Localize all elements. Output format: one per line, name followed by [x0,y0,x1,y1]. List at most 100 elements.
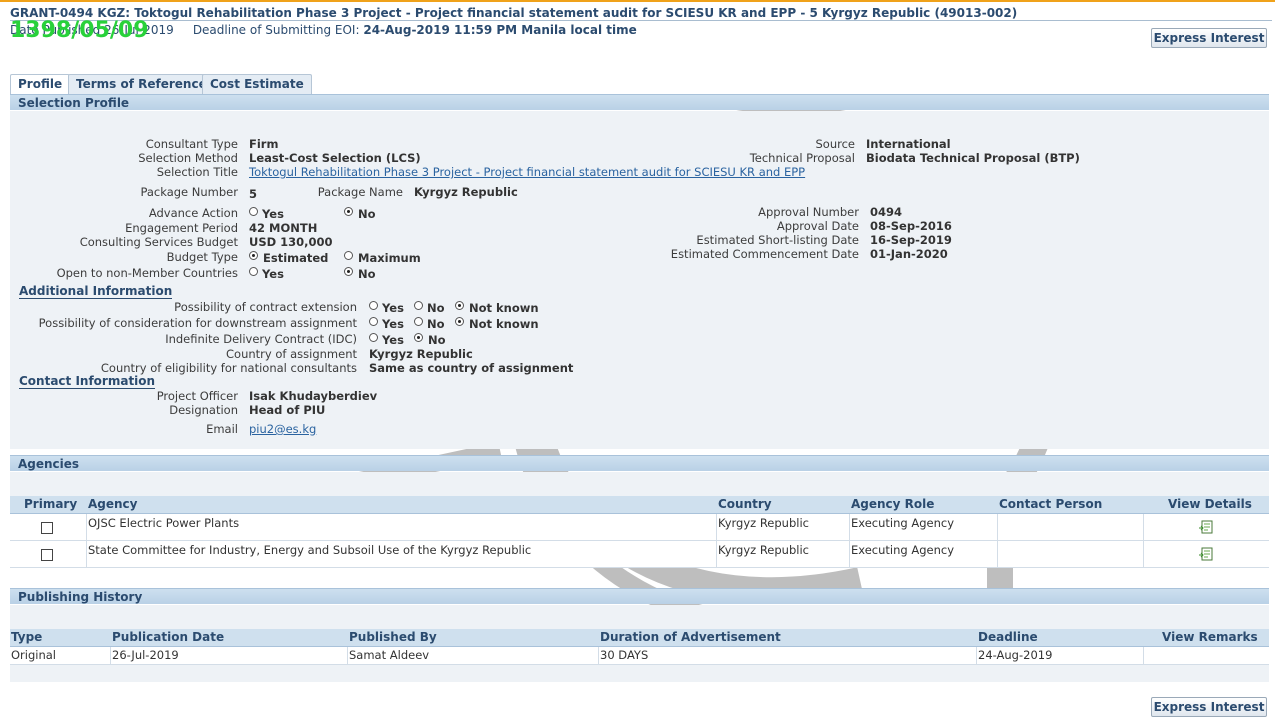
contract-extension-notknown-label: Not known [469,301,539,315]
view-details-icon[interactable] [1199,520,1213,534]
pub-deadline: 24-Aug-2019 [978,648,1053,662]
email-link[interactable]: piu2@es.kg [249,422,316,436]
view-details-icon[interactable] [1199,547,1213,561]
open-non-member-no-radio[interactable] [344,267,353,276]
agency-role: Executing Agency [851,516,955,530]
deadline-value: 24-Aug-2019 11:59 PM Manila local time [363,23,637,37]
primary-checkbox[interactable] [41,549,53,561]
idc-yes-radio[interactable] [369,333,378,342]
country-eligibility-value: Same as country of assignment [369,361,574,375]
column-divider [347,647,348,664]
agencies-header: Agencies [10,455,1269,471]
contract-extension-no-radio[interactable] [414,301,423,310]
consultant-type-label: Consultant Type [145,137,238,151]
agencies-table-header: Primary Agency Country Agency Role Conta… [10,496,1269,514]
project-officer-label: Project Officer [156,389,238,403]
page-title: GRANT-0494 KGZ: Toktogul Rehabilitation … [10,6,1018,20]
selection-profile-header: Selection Profile [10,94,1269,110]
column-divider [598,647,599,664]
open-non-member-yes-label: Yes [262,267,284,281]
approval-date-label: Approval Date [776,219,859,233]
pub-duration: 30 DAYS [600,648,649,662]
table-row: OJSC Electric Power Plants Kyrgyz Republ… [10,514,1269,541]
package-number-label: Package Number [140,185,238,199]
open-non-member-label: Open to non-Member Countries [56,266,238,280]
budget-estimated-radio[interactable] [249,251,258,260]
country-assignment-value: Kyrgyz Republic [369,347,473,361]
selection-method-label: Selection Method [138,151,238,165]
open-non-member-yes-radio[interactable] [249,267,258,276]
title-divider [10,20,1272,21]
column-divider [1143,514,1144,567]
budget-maximum-label: Maximum [358,251,421,265]
email-label: Email [206,422,238,436]
advance-action-no-radio[interactable] [344,207,353,216]
column-divider [976,647,977,664]
additional-information-heading: Additional Information [19,284,173,299]
approval-number-value: 0494 [870,205,903,219]
shortlisting-date-value: 16-Sep-2019 [870,233,952,247]
idc-no-label: No [428,333,446,347]
tab-profile[interactable]: Profile [10,74,71,94]
pub-type: Original [11,648,57,662]
table-row: State Committee for Industry, Energy and… [10,541,1269,568]
tab-terms-of-reference[interactable]: Terms of Reference [68,74,215,94]
engagement-period-label: Engagement Period [125,221,238,235]
downstream-no-radio[interactable] [414,317,423,326]
contact-information-heading: Contact Information [19,374,156,389]
downstream-notknown-radio[interactable] [455,317,464,326]
column-divider [997,514,998,567]
contract-extension-yes-radio[interactable] [369,301,378,310]
services-budget-label: Consulting Services Budget [79,235,238,249]
col-agency-role: Agency Role [851,497,935,511]
selection-title-label: Selection Title [156,165,238,179]
date-stamp: 1398/05/09 [10,18,149,43]
downstream-yes-label: Yes [382,317,404,331]
advance-action-label: Advance Action [148,206,238,220]
primary-checkbox[interactable] [41,522,53,534]
col-published-by: Published By [349,630,437,644]
advance-action-yes-radio[interactable] [249,207,258,216]
col-view-details: View Details [1168,497,1252,511]
package-name-value: Kyrgyz Republic [414,185,518,199]
col-publication-date: Publication Date [112,630,225,644]
project-officer-value: Isak Khudayberdiev [249,389,378,403]
country-assignment-label: Country of assignment [226,347,357,361]
technical-proposal-label: Technical Proposal [749,151,855,165]
downstream-yes-radio[interactable] [369,317,378,326]
downstream-label: Possibility of consideration for downstr… [38,316,357,330]
designation-value: Head of PIU [249,403,326,417]
col-type: Type [11,630,43,644]
package-number-value: 5 [249,187,258,201]
commencement-date-label: Estimated Commencement Date [670,247,859,261]
idc-no-radio[interactable] [414,333,423,342]
consultant-type-value: Firm [249,137,279,151]
column-divider [716,514,717,567]
publishing-history-header: Publishing History [10,588,1269,604]
top-accent-bar [0,0,1275,2]
budget-maximum-radio[interactable] [344,251,353,260]
agencies-spacer [10,472,1269,496]
publishing-table-header: Type Publication Date Published By Durat… [10,629,1269,647]
downstream-no-label: No [427,317,445,331]
engagement-period-value: 42 MONTH [249,221,318,235]
col-agency: Agency [88,497,138,511]
contract-extension-no-label: No [427,301,445,315]
shortlisting-date-label: Estimated Short-listing Date [696,233,859,247]
column-divider [1143,647,1144,664]
idc-yes-label: Yes [382,333,404,347]
col-country: Country [718,497,772,511]
budget-type-label: Budget Type [166,250,238,264]
express-interest-button-bottom[interactable]: Express Interest [1151,697,1267,717]
idc-label: Indefinite Delivery Contract (IDC) [165,332,357,346]
contract-extension-notknown-radio[interactable] [455,301,464,310]
agency-role: Executing Agency [851,543,955,557]
deadline-label: Deadline of Submitting EOI: [192,23,360,37]
contract-extension-label: Possibility of contract extension [174,300,357,314]
tab-cost-estimate[interactable]: Cost Estimate [202,74,312,94]
country-eligibility-label: Country of eligibility for national cons… [100,361,357,375]
col-deadline: Deadline [978,630,1038,644]
selection-title-link[interactable]: Toktogul Rehabilitation Phase 3 Project … [249,165,805,179]
express-interest-button[interactable]: Express Interest [1151,28,1267,48]
publishing-spacer [10,605,1269,629]
